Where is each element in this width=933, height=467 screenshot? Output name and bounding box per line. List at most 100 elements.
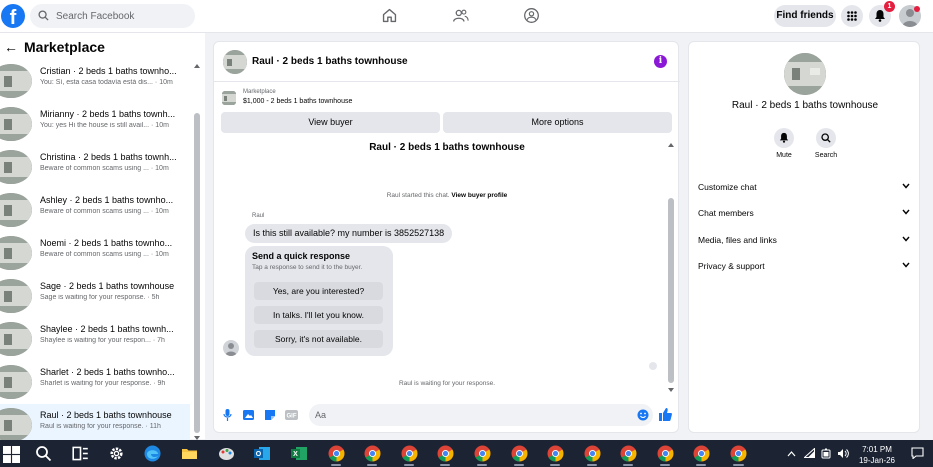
- conversation-name: Raul · 2 beds 1 baths townhouse: [40, 410, 172, 420]
- file-explorer-icon[interactable]: [181, 445, 198, 462]
- scrollbar-thumb[interactable]: [194, 113, 200, 433]
- privacy-support-row[interactable]: Privacy & support: [698, 258, 912, 274]
- conversation-item[interactable]: Christina · 2 beds 1 baths townh... Bewar…: [0, 146, 190, 189]
- windows-start-icon[interactable]: [3, 446, 20, 463]
- message-composer: GIF: [214, 400, 680, 432]
- quick-response-yes-button[interactable]: Yes, are you interested?: [254, 282, 383, 300]
- chrome-browser-icon[interactable]: [364, 445, 381, 462]
- gif-icon[interactable]: GIF: [285, 409, 298, 421]
- chrome-browser-icon[interactable]: [584, 445, 601, 462]
- running-app-indicator: [440, 464, 450, 466]
- edge-browser-icon[interactable]: [144, 445, 161, 462]
- quick-response-not-available-button[interactable]: Sorry, it's not available.: [254, 330, 383, 348]
- mute-action[interactable]: Mute: [764, 128, 804, 159]
- task-view-icon[interactable]: [72, 445, 89, 462]
- chat-members-row[interactable]: Chat members: [698, 205, 912, 221]
- find-friends-button[interactable]: Find friends: [774, 5, 836, 27]
- quick-response-title: Send a quick response: [252, 251, 351, 261]
- taskbar-search-icon[interactable]: [35, 445, 52, 462]
- customize-chat-row[interactable]: Customize chat: [698, 179, 912, 195]
- bell-icon: [779, 132, 789, 143]
- sender-avatar[interactable]: [223, 340, 239, 356]
- settings-gear-icon[interactable]: [108, 445, 125, 462]
- chat-scrollbar[interactable]: [667, 142, 675, 394]
- like-thumb-icon[interactable]: [659, 408, 672, 421]
- search-box[interactable]: [30, 4, 195, 28]
- conversation-title: Raul · 2 beds 1 baths townhouse: [369, 142, 525, 153]
- paint-app-icon[interactable]: [218, 445, 235, 462]
- more-options-button[interactable]: More options: [443, 112, 672, 133]
- running-app-indicator: [550, 464, 560, 466]
- conversation-item[interactable]: Sage · 2 beds 1 baths townhouse Sage is w…: [0, 275, 190, 318]
- battery-icon[interactable]: [821, 448, 832, 459]
- chat-title[interactable]: Raul · 2 beds 1 baths townhouse: [252, 56, 408, 67]
- facebook-logo[interactable]: f: [1, 4, 25, 28]
- view-buyer-button[interactable]: View buyer: [221, 112, 440, 133]
- message-bubble: Is this still available? my number is 38…: [245, 224, 453, 243]
- listing-large-thumbnail[interactable]: [784, 53, 826, 95]
- quick-response-in-talks-button[interactable]: In talks. I'll let you know.: [254, 306, 383, 324]
- search-conversation-button[interactable]: [816, 128, 836, 148]
- chrome-browser-icon[interactable]: [437, 445, 454, 462]
- listing-thumbnail[interactable]: [223, 50, 247, 74]
- microphone-icon[interactable]: [223, 409, 232, 421]
- conversation-item[interactable]: Mirianny · 2 beds 1 baths townh... You: y…: [0, 103, 190, 146]
- scroll-down-arrow-icon[interactable]: [668, 387, 674, 393]
- chat-header: Raul · 2 beds 1 baths townhouse i: [214, 42, 680, 82]
- house-photo: [0, 193, 32, 227]
- volume-icon[interactable]: [837, 448, 849, 459]
- svg-text:O: O: [256, 451, 262, 458]
- conversation-item[interactable]: Cristian · 2 beds 1 baths townho... You: …: [0, 60, 190, 103]
- marketplace-header: ← Marketplace: [4, 39, 105, 55]
- chrome-browser-icon[interactable]: [693, 445, 710, 462]
- chrome-browser-icon[interactable]: [657, 445, 674, 462]
- info-icon[interactable]: i: [654, 55, 667, 68]
- excel-icon[interactable]: X: [291, 445, 308, 462]
- seen-indicator-avatar: [649, 362, 657, 370]
- taskbar-clock[interactable]: 7:01 PM 19-Jan-26: [853, 444, 901, 466]
- grid-menu-icon: [847, 11, 857, 21]
- search-action[interactable]: Search: [806, 128, 846, 159]
- back-arrow-icon[interactable]: ←: [4, 39, 18, 55]
- emoji-icon[interactable]: [637, 409, 649, 421]
- scroll-up-arrow-icon[interactable]: [194, 63, 200, 69]
- chrome-browser-icon[interactable]: [730, 445, 747, 462]
- conversation-list-scrollbar[interactable]: [193, 63, 201, 441]
- message-input[interactable]: [309, 404, 653, 426]
- chevron-down-icon: [902, 209, 910, 215]
- view-buyer-profile-link[interactable]: View buyer profile: [451, 192, 507, 199]
- groups-icon[interactable]: [523, 7, 540, 24]
- chevron-down-icon: [902, 236, 910, 242]
- conversation-preview: You: yes Hi the house is still avail... …: [40, 122, 169, 129]
- conversation-item[interactable]: Shaylee · 2 beds 1 baths townh... Shaylee…: [0, 318, 190, 361]
- chrome-browser-icon[interactable]: [474, 445, 491, 462]
- friends-icon[interactable]: [452, 7, 469, 24]
- home-icon[interactable]: [381, 7, 398, 24]
- outlook-icon[interactable]: O: [254, 445, 271, 462]
- mute-button[interactable]: [774, 128, 794, 148]
- search-input[interactable]: [56, 8, 186, 24]
- conversation-name: Mirianny · 2 beds 1 baths townh...: [40, 109, 176, 119]
- sticker-icon[interactable]: [264, 409, 276, 421]
- menu-button[interactable]: [841, 5, 863, 27]
- photo-icon[interactable]: [243, 409, 255, 421]
- conversation-item[interactable]: Noemi · 2 beds 1 baths townho... Beware o…: [0, 232, 190, 275]
- wifi-icon[interactable]: [804, 448, 815, 458]
- conversation-item[interactable]: Sharlet · 2 beds 1 baths townho... Sharle…: [0, 361, 190, 404]
- show-hidden-icons-chevron-icon[interactable]: [787, 451, 796, 457]
- scroll-up-arrow-icon[interactable]: [668, 142, 674, 148]
- house-photo: [0, 150, 32, 184]
- house-photo: [784, 53, 826, 95]
- svg-text:X: X: [293, 451, 298, 458]
- chrome-browser-icon[interactable]: [511, 445, 528, 462]
- chrome-browser-icon[interactable]: [401, 445, 418, 462]
- chrome-browser-icon[interactable]: [328, 445, 345, 462]
- notification-center-icon[interactable]: [911, 447, 924, 459]
- conversation-item[interactable]: Ashley · 2 beds 1 baths townho... Beware …: [0, 189, 190, 232]
- media-files-links-row[interactable]: Media, files and links: [698, 232, 912, 248]
- chrome-browser-icon[interactable]: [620, 445, 637, 462]
- chrome-browser-icon[interactable]: [547, 445, 564, 462]
- account-alert-dot: [914, 6, 920, 12]
- scrollbar-thumb[interactable]: [668, 198, 674, 383]
- conversation-thumbnail: [0, 322, 32, 356]
